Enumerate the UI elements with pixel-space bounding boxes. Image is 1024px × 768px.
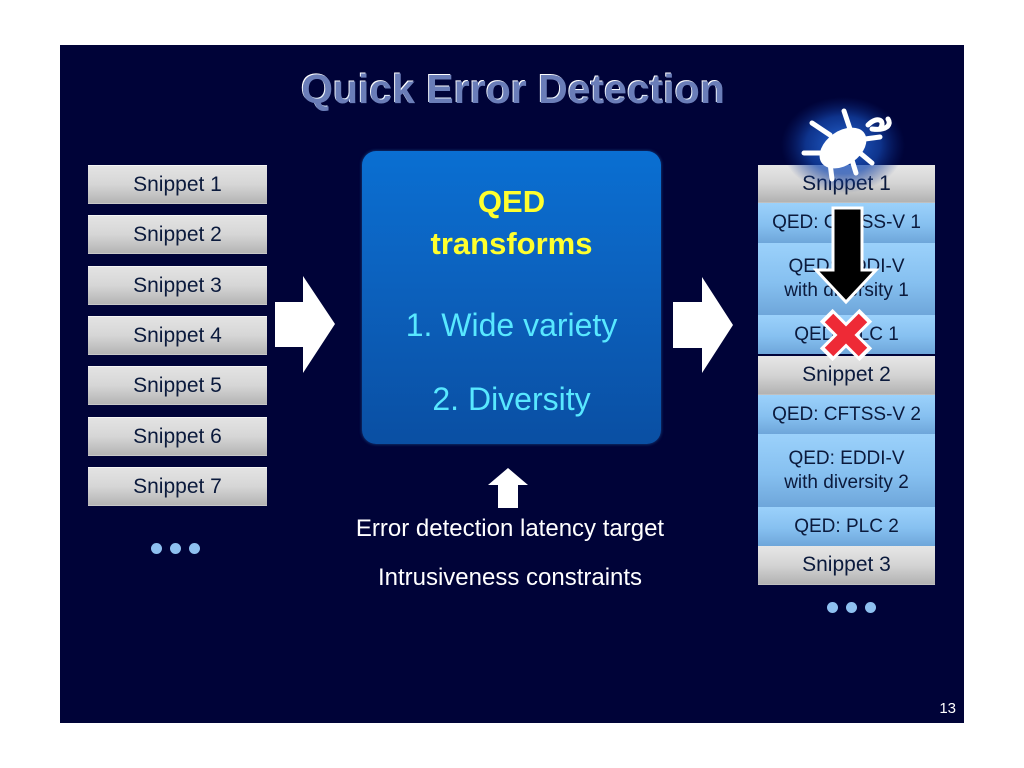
- graphics-overlay: [275, 97, 905, 508]
- right-arrow-icon: [673, 277, 733, 373]
- up-arrow-icon: [488, 468, 528, 508]
- error-x-icon: [819, 308, 873, 362]
- down-arrow-icon: [812, 206, 880, 305]
- right-arrow-icon: [275, 276, 335, 373]
- slide: Quick Error Detection Snippet 1 Snippet …: [60, 45, 964, 723]
- bug-icon: [781, 97, 905, 193]
